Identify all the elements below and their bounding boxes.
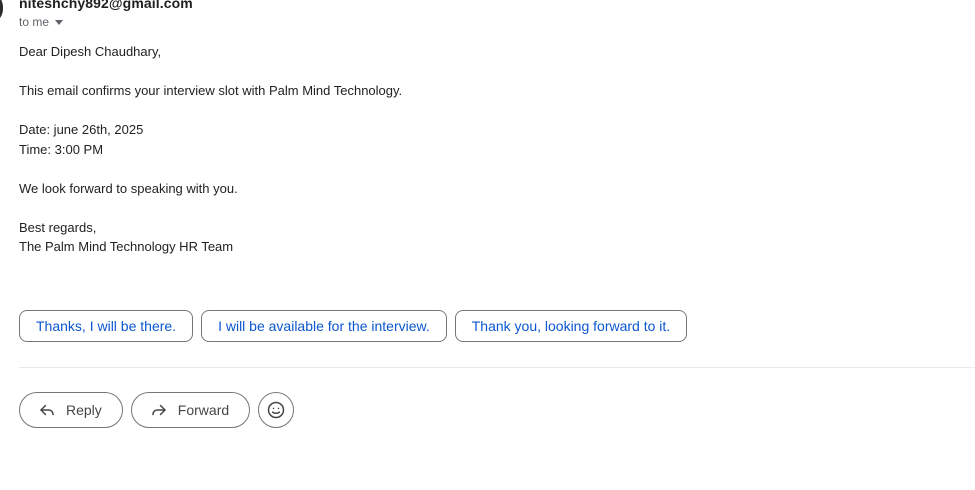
message-body: Dear Dipesh Chaudhary, This email confir… (19, 42, 402, 257)
emoji-reaction-button[interactable] (258, 392, 295, 428)
reply-label: Reply (66, 402, 102, 418)
signature: The Palm Mind Technology HR Team (19, 239, 234, 254)
smart-reply-chip[interactable]: I will be available for the interview. (201, 310, 447, 342)
reply-button[interactable]: Reply (19, 392, 123, 428)
closing-line: We look forward to speaking with you. (19, 180, 238, 196)
forward-button[interactable]: Forward (130, 392, 251, 428)
signoff: Best regards, (19, 219, 97, 235)
chevron-down-icon[interactable] (55, 19, 64, 25)
recipient-details[interactable]: to me (19, 15, 64, 29)
forward-icon (150, 401, 168, 419)
sender-avatar[interactable] (0, 0, 3, 24)
divider (19, 367, 975, 368)
emoji-icon (266, 400, 286, 420)
smart-reply-chip[interactable]: Thanks, I will be there. (19, 310, 194, 342)
message-actions: Reply Forward (19, 392, 295, 428)
forward-label: Forward (177, 402, 230, 418)
email-view: niteshchy892@gmail.com to me Dear Dipesh… (0, 0, 975, 490)
smart-replies: Thanks, I will be there. I will be avail… (19, 310, 688, 342)
recipient-label: to me (19, 15, 50, 29)
smart-reply-chip[interactable]: Thank you, looking forward to it. (454, 310, 688, 342)
reply-icon (38, 401, 56, 419)
interview-date: Date: june 26th, 2025 (19, 122, 144, 137)
confirm-line: This email confirms your interview slot … (19, 83, 403, 98)
sender-email[interactable]: niteshchy892@gmail.com (19, 0, 193, 11)
interview-time: Time: 3:00 PM (19, 141, 104, 157)
greeting: Dear Dipesh Chaudhary, (19, 44, 162, 59)
